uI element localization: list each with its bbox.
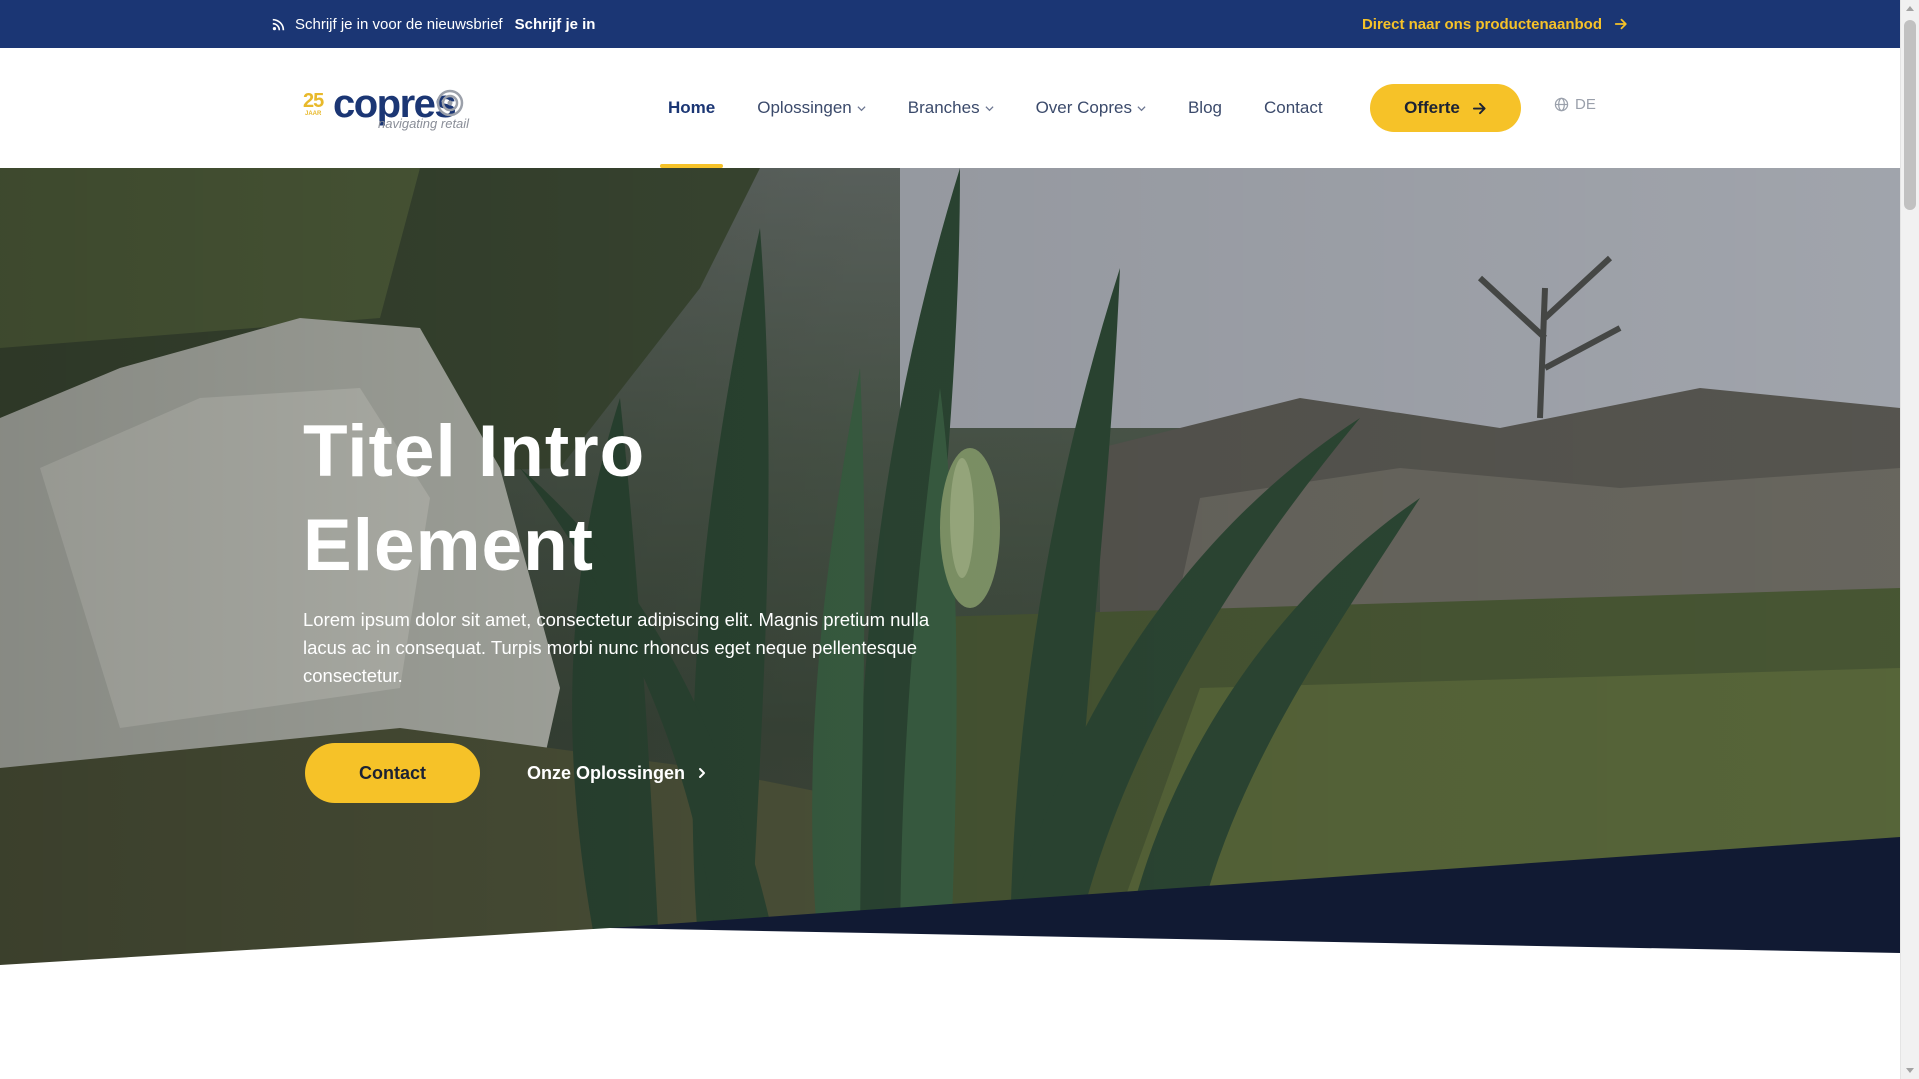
hero-title: Titel Intro Element [303,405,903,593]
offerte-button[interactable]: Offerte [1370,84,1521,132]
newsletter-text: Schrijf je in voor de nieuwsbrief [295,15,503,33]
logo-years: 25 [303,90,324,112]
nav-item-blog[interactable]: Blog [1188,48,1222,168]
language-label: DE [1575,96,1596,113]
rss-icon [272,18,285,30]
nav-item-oplossingen[interactable]: Oplossingen [757,48,866,168]
hero-bottom-divider [0,837,1900,968]
arrow-right-icon [1614,18,1627,30]
onze-oplossingen-link[interactable]: Onze Oplossingen [527,743,707,803]
offerte-button-label: Offerte [1404,98,1460,117]
main-nav: Home Oplossingen Branches Over Copres Bl… [659,48,1365,168]
nav-item-home[interactable]: Home [659,48,724,168]
page-scrollbar[interactable] [1900,0,1919,1079]
products-link[interactable]: Direct naar ons productenaanbod [1362,0,1628,48]
nav-item-label: Contact [1263,98,1323,117]
chevron-down-icon [1137,105,1146,111]
copres-logo[interactable]: 25 JAAR copres navigating retail [303,82,473,132]
nav-item-label: Over Copres [1035,98,1132,117]
contact-button[interactable]: Contact [305,743,480,803]
hero-title-line-2: Element [303,505,594,586]
arrow-right-icon [1472,102,1486,114]
newsletter-bar: Schrijf je in voor de nieuwsbrief Schrij… [272,0,595,48]
products-link-label: Direct naar ons productenaanbod [1361,15,1602,33]
hero-section: Titel Intro Element Lorem ipsum dolor si… [0,168,1900,968]
chevron-down-icon [857,105,866,111]
logo-mark-icon [436,89,464,117]
newsletter-signup-link[interactable]: Schrijf je in [515,16,596,33]
onze-oplossingen-label: Onze Oplossingen [527,762,686,783]
globe-icon [1554,97,1569,112]
language-switcher[interactable]: DE [1554,96,1596,113]
nav-item-over-copres[interactable]: Over Copres [1036,48,1146,168]
nav-item-contact[interactable]: Contact [1264,48,1323,168]
scroll-down-arrow[interactable] [1906,1068,1914,1073]
nav-item-label: Oplossingen [757,98,852,117]
logo-years-sub: JAAR [305,111,322,117]
nav-item-label: Blog [1187,98,1222,117]
scrollbar-thumb[interactable] [1904,20,1916,210]
site-header: 25 JAAR copres navigating retail Home Op… [0,48,1900,168]
hero-title-line-1: Titel Intro [303,411,646,492]
top-bar: Schrijf je in voor de nieuwsbrief Schrij… [0,0,1900,48]
nav-item-label: Branches [907,98,980,117]
nav-item-branches[interactable]: Branches [908,48,994,168]
logo-tagline: navigating retail [378,116,470,131]
contact-button-label: Contact [359,762,426,783]
hero-lead-text: Lorem ipsum dolor sit amet, consectetur … [303,609,930,686]
nav-item-label: Home [668,98,716,117]
chevron-down-icon [985,105,994,111]
scroll-up-arrow[interactable] [1906,6,1914,11]
chevron-right-icon [699,768,706,778]
